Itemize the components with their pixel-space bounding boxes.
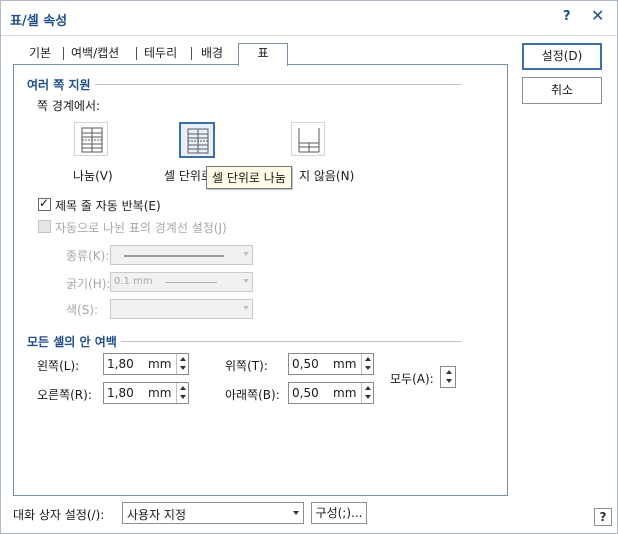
spin-down-icon[interactable] xyxy=(365,366,371,370)
ok-button[interactable]: 설정(D) xyxy=(522,43,602,70)
help-icon[interactable]: ? xyxy=(563,9,571,24)
tab-margin-caption[interactable]: 여백/캡션 xyxy=(71,44,119,64)
no-split-table-icon xyxy=(298,128,320,153)
bottom-margin-spinner[interactable]: 0,50 mm xyxy=(288,382,374,404)
spin-buttons[interactable] xyxy=(176,354,188,374)
tab-border[interactable]: 테두리 xyxy=(144,44,177,64)
tab-separator xyxy=(63,47,64,60)
auto-border-label: 자동으로 나뉜 표의 경계선 설정(J) xyxy=(55,221,227,235)
right-margin-unit: mm xyxy=(148,386,172,400)
no-split-option-button[interactable] xyxy=(291,122,325,156)
chevron-down-icon xyxy=(293,511,299,515)
auto-border-checkbox[interactable] xyxy=(38,220,51,233)
page-boundary-label: 쪽 경계에서: xyxy=(37,99,101,113)
split-table-icon xyxy=(81,127,103,153)
spin-buttons[interactable] xyxy=(361,354,373,374)
repeat-title-row-label: 제목 줄 자동 반복(E) xyxy=(55,199,161,213)
thickness-combo[interactable]: 0.1 mm xyxy=(110,272,253,292)
line-type-label: 종류(K): xyxy=(66,249,110,263)
tooltip: 셀 단위로 나눔 xyxy=(206,166,292,189)
spin-down-icon[interactable] xyxy=(180,395,186,399)
title-divider xyxy=(1,35,617,36)
solid-line-sample xyxy=(124,255,224,257)
title-bar[interactable]: 표/셀 속성 ? ✕ xyxy=(1,1,617,35)
left-margin-unit: mm xyxy=(148,357,172,371)
all-margins-spinner[interactable] xyxy=(440,366,456,388)
spin-down-icon[interactable] xyxy=(180,366,186,370)
dialog-title: 표/셀 속성 xyxy=(10,14,68,29)
top-margin-label: 위쪽(T): xyxy=(225,359,268,373)
table-cell-properties-dialog: 표/셀 속성 ? ✕ 기본 여백/캡션 테두리 배경 표 여러 쪽 지원 쪽 경… xyxy=(0,0,618,534)
active-tab-gap xyxy=(239,63,287,65)
all-margins-label: 모두(A): xyxy=(390,372,434,386)
configure-button[interactable]: 구성(;)... xyxy=(311,502,367,524)
color-label: 색(S): xyxy=(66,303,99,317)
line-type-combo[interactable] xyxy=(110,245,253,265)
dialog-setting-label: 대화 상자 설정(/): xyxy=(13,508,105,522)
spin-buttons[interactable] xyxy=(361,383,373,403)
no-split-option-label: 지 않음(N) xyxy=(299,169,355,183)
spin-down-icon[interactable] xyxy=(365,395,371,399)
left-margin-spinner[interactable]: 1,80 mm xyxy=(103,353,189,375)
right-margin-spinner[interactable]: 1,80 mm xyxy=(103,382,189,404)
dialog-setting-value: 사용자 지정 xyxy=(127,508,187,522)
spin-buttons[interactable] xyxy=(176,383,188,403)
bottom-margin-value: 0,50 xyxy=(292,386,319,400)
left-margin-value: 1,80 xyxy=(107,357,134,371)
chevron-down-icon xyxy=(243,306,249,310)
split-by-cell-option-label: 셀 단위로 xyxy=(164,169,212,183)
dialog-setting-combo[interactable]: 사용자 지정 xyxy=(122,502,304,524)
repeat-title-row-checkbox[interactable] xyxy=(38,196,51,211)
top-margin-unit: mm xyxy=(333,357,357,371)
help-button[interactable]: ? xyxy=(594,508,612,526)
spin-up-icon[interactable] xyxy=(446,370,452,374)
bottom-margin-label: 아래쪽(B): xyxy=(225,388,280,402)
right-margin-value: 1,80 xyxy=(107,386,134,400)
chevron-down-icon xyxy=(243,279,249,283)
bottom-margin-unit: mm xyxy=(333,386,357,400)
color-combo[interactable] xyxy=(110,299,253,319)
spin-down-icon[interactable] xyxy=(446,379,452,383)
chevron-down-icon xyxy=(243,252,249,256)
spin-buttons[interactable] xyxy=(443,367,455,387)
spin-up-icon[interactable] xyxy=(180,386,186,390)
right-margin-label: 오른쪽(R): xyxy=(37,388,92,402)
cell-margin-section-title: 모든 셀의 안 여백 xyxy=(27,333,121,350)
tab-separator xyxy=(136,47,137,60)
top-margin-spinner[interactable]: 0,50 mm xyxy=(288,353,374,375)
tab-basic[interactable]: 기본 xyxy=(29,44,51,64)
top-margin-value: 0,50 xyxy=(292,357,319,371)
left-margin-label: 왼쪽(L): xyxy=(37,359,80,373)
tab-separator xyxy=(191,47,192,60)
split-option-label: 나눔(V) xyxy=(73,169,113,183)
multi-page-section-title: 여러 쪽 지원 xyxy=(27,76,95,93)
spin-up-icon[interactable] xyxy=(365,386,371,390)
close-icon[interactable]: ✕ xyxy=(591,6,604,25)
split-by-cell-icon xyxy=(187,128,209,154)
spin-up-icon[interactable] xyxy=(365,357,371,361)
thin-line-sample xyxy=(165,282,217,283)
split-option-button[interactable] xyxy=(74,122,108,156)
tab-background[interactable]: 배경 xyxy=(201,44,223,64)
thickness-value: 0.1 mm xyxy=(114,276,153,287)
thickness-label: 굵기(H): xyxy=(66,277,111,291)
spin-up-icon[interactable] xyxy=(180,357,186,361)
cancel-button[interactable]: 취소 xyxy=(522,77,602,104)
split-by-cell-option-button[interactable] xyxy=(179,122,215,158)
